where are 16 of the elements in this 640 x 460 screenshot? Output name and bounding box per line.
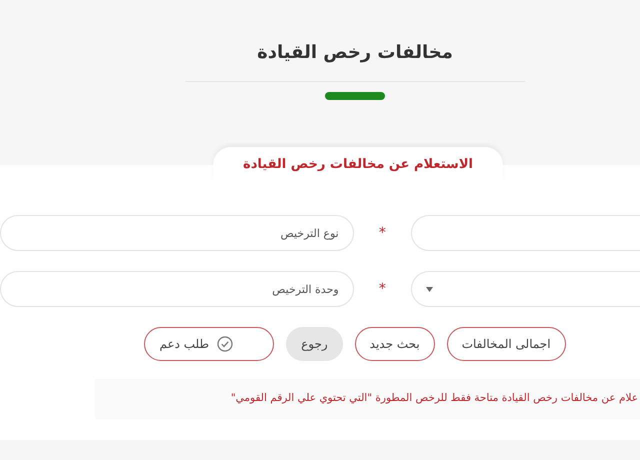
accent-bar xyxy=(325,92,385,100)
action-button[interactable]: بحث جديد xyxy=(354,327,435,361)
check-circle-icon xyxy=(217,336,234,352)
form-tab-title: الاستعلام عن مخالفات رخص القيادة xyxy=(243,156,473,174)
required-mark: * xyxy=(378,280,387,298)
required-mark: * xyxy=(378,224,387,242)
back-button[interactable]: رجوع xyxy=(286,327,343,361)
input-field[interactable]: نوع الترخيص xyxy=(0,215,354,251)
support-button[interactable]: طلب دعم xyxy=(144,327,274,361)
select-field[interactable] xyxy=(411,271,640,307)
notice-text: علام عن مخالفات رخص القيادة متاحة فقط للرخص المطورة "التي تحتوي علي الرقم القومي" xyxy=(230,391,638,406)
page-title: مخالفات رخص القيادة xyxy=(257,42,453,64)
dropdown-caret-icon xyxy=(426,286,434,292)
input-field[interactable] xyxy=(411,215,640,251)
input-field[interactable]: وحدة الترخيص xyxy=(0,271,354,307)
action-button[interactable]: اجمالى المخالفات xyxy=(446,327,566,361)
